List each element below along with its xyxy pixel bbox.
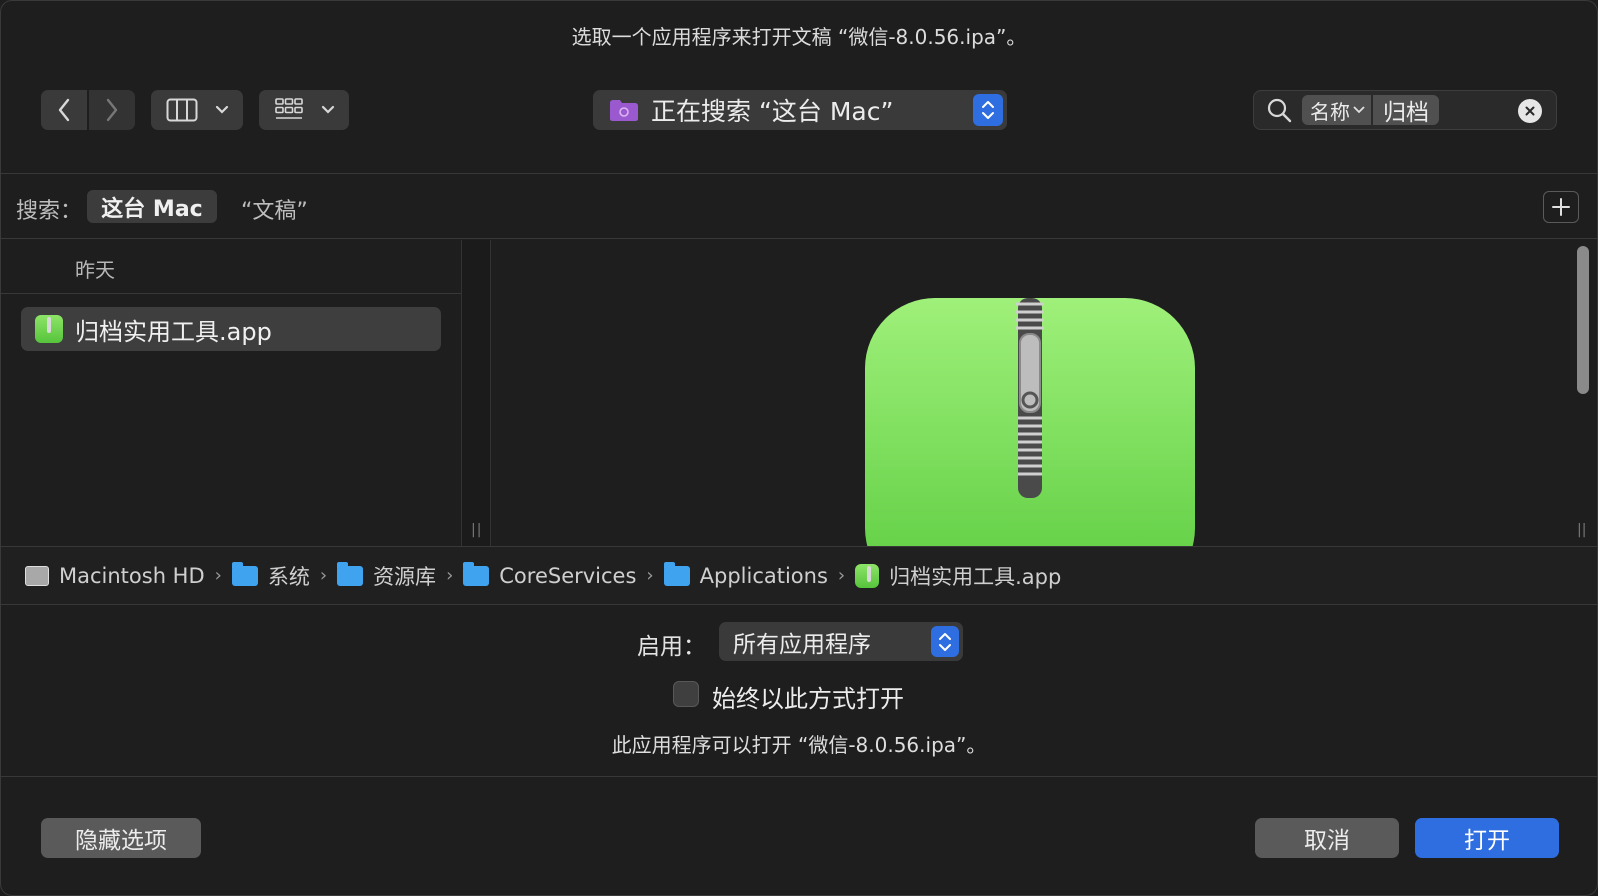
popup-stepper (931, 626, 959, 657)
chevron-down-icon (321, 105, 334, 114)
column-view-icon (166, 98, 197, 122)
up-down-chevron-icon (982, 101, 994, 119)
path-item-label: CoreServices (499, 563, 637, 588)
always-open-checkbox[interactable] (673, 681, 699, 707)
folder-icon (337, 561, 364, 586)
grid-view-icon (274, 98, 303, 119)
chevron-right-icon: › (837, 565, 846, 586)
chevron-right-icon: › (446, 565, 454, 586)
always-open-label[interactable]: 始终以此方式打开 (712, 679, 904, 714)
folder-icon (463, 561, 490, 586)
scope-documents-button[interactable]: “文稿” (241, 193, 308, 225)
preview-scrollbar[interactable]: || (1573, 240, 1591, 546)
resize-grip-icon: || (471, 522, 483, 538)
folder-icon (663, 561, 690, 586)
chevron-right-icon: › (646, 565, 654, 586)
chevron-down-icon (215, 105, 228, 114)
search-icon (1267, 98, 1292, 123)
path-item-applications[interactable]: Applications (663, 561, 828, 588)
search-token-field-label: 名称 (1310, 99, 1350, 124)
chevron-right-icon: › (319, 565, 328, 586)
smart-folder-icon (610, 100, 638, 121)
resize-grip-icon: || (1577, 522, 1587, 538)
open-button[interactable]: 打开 (1415, 818, 1559, 858)
zipper-icon (1016, 298, 1044, 498)
dialog-title: 选取一个应用程序来打开文稿 “微信-8.0.56.ipa”。 (571, 25, 1027, 49)
chevron-down-icon (1353, 106, 1365, 114)
scope-this-mac-button[interactable]: 这台 Mac (87, 190, 217, 223)
up-down-chevron-icon (939, 632, 951, 651)
list-item[interactable]: 归档实用工具.app (21, 307, 441, 351)
back-button[interactable] (41, 90, 87, 130)
path-item-label: Applications (699, 563, 828, 588)
toolbar-divider (1, 173, 1597, 174)
path-item-label: 资源库 (373, 564, 437, 589)
options-divider (1, 776, 1597, 777)
file-preview (492, 240, 1569, 546)
archive-utility-app-icon (35, 315, 63, 343)
scope-divider (1, 238, 1597, 239)
pathbar-divider (1, 604, 1597, 605)
path-bar: Macintosh HD › 系统 › 资源库 › CoreServices ›… (1, 547, 1597, 604)
path-item-system[interactable]: 系统 (231, 561, 310, 591)
location-label: 正在搜索 “这台 Mac” (651, 97, 894, 126)
close-icon (1525, 106, 1535, 116)
enable-popup-value: 所有应用程序 (733, 631, 871, 658)
search-token-value[interactable]: 归档 (1373, 95, 1439, 126)
group-header-divider (1, 293, 461, 294)
view-mode-button[interactable] (151, 90, 243, 130)
path-item-coreservices[interactable]: CoreServices (463, 561, 637, 588)
clear-search-button[interactable] (1518, 99, 1542, 123)
path-item-library[interactable]: 资源库 (337, 561, 436, 591)
column-resize-handle[interactable]: || (461, 240, 491, 546)
scope-label: 搜索： (16, 199, 83, 224)
path-item-archive-utility[interactable]: 归档实用工具.app (855, 561, 1061, 591)
group-by-button[interactable] (259, 90, 349, 130)
cancel-button[interactable]: 取消 (1255, 818, 1399, 858)
chevron-right-icon (106, 98, 118, 122)
forward-button[interactable] (89, 90, 135, 130)
scrollbar-thumb[interactable] (1577, 246, 1589, 394)
hard-drive-icon (25, 565, 49, 586)
location-popup[interactable]: 正在搜索 “这台 Mac” (593, 90, 1007, 130)
list-item-label: 归档实用工具.app (75, 317, 272, 346)
path-item-label: 系统 (267, 564, 310, 589)
path-item-label: 归档实用工具.app (889, 564, 1062, 589)
archive-utility-app-icon-large (865, 298, 1195, 546)
info-text: 此应用程序可以打开 “微信-8.0.56.ipa”。 (611, 733, 987, 757)
path-item-macintosh-hd[interactable]: Macintosh HD (25, 564, 205, 588)
search-field[interactable]: 名称 归档 (1253, 90, 1557, 130)
open-with-dialog: 选取一个应用程序来打开文稿 “微信-8.0.56.ipa”。 正在搜索 “这台 … (0, 0, 1598, 896)
path-item-label: Macintosh HD (59, 563, 205, 588)
enable-popup[interactable]: 所有应用程序 (719, 622, 963, 661)
enable-label: 启用： (637, 634, 706, 660)
search-token-field[interactable]: 名称 (1302, 95, 1371, 125)
popup-stepper (973, 94, 1003, 126)
plus-icon (1552, 198, 1570, 216)
chevron-left-icon (58, 98, 70, 122)
result-group-header: 昨天 (75, 258, 115, 282)
add-criteria-button[interactable] (1543, 191, 1579, 223)
hide-options-button[interactable]: 隐藏选项 (41, 818, 201, 858)
folder-icon (231, 561, 258, 586)
chevron-right-icon: › (214, 565, 222, 586)
archive-utility-app-icon (855, 563, 880, 588)
